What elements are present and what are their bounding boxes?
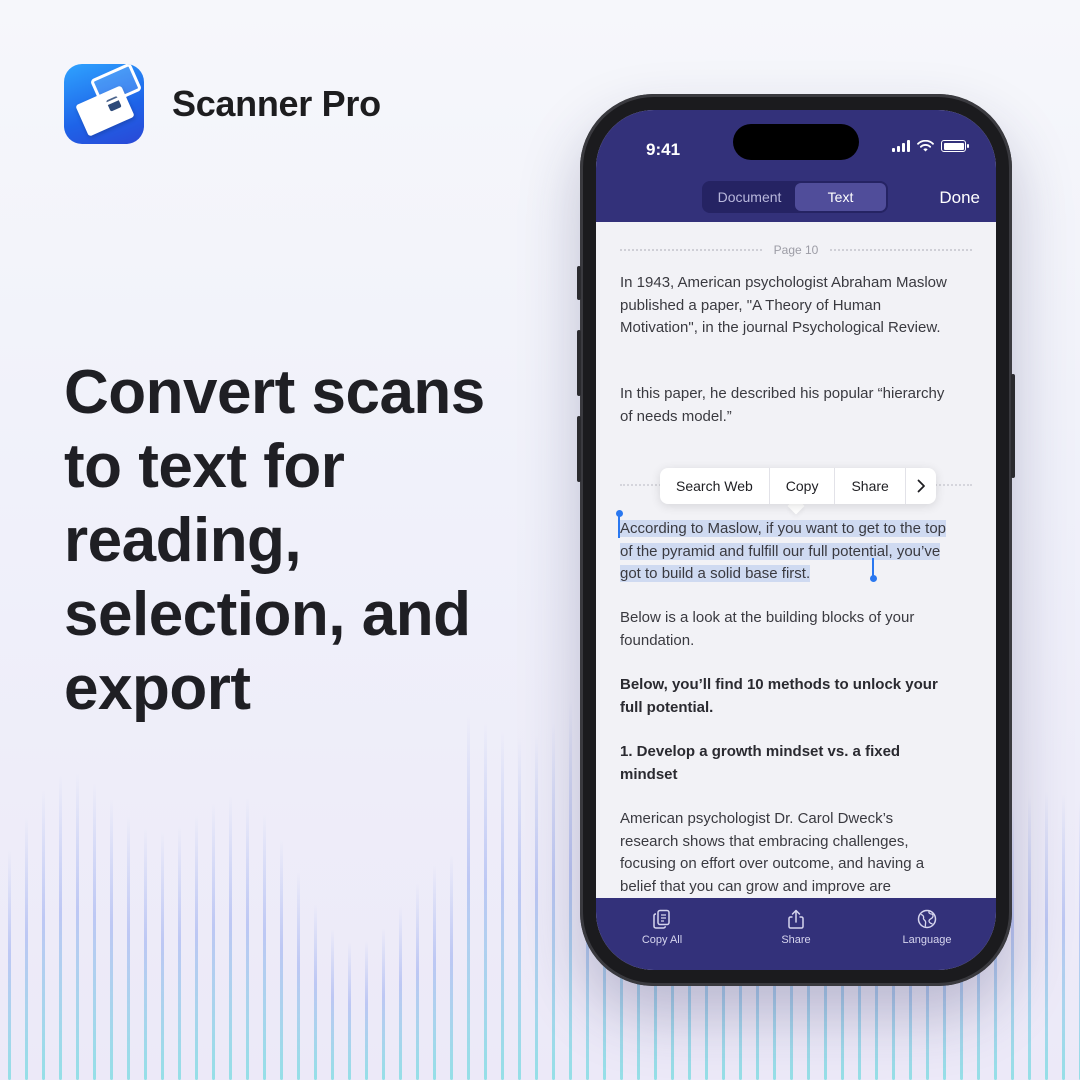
- page-label: Page 10: [773, 243, 819, 257]
- paragraph[interactable]: Below is a look at the building blocks o…: [620, 607, 960, 652]
- share-label: Share: [781, 934, 811, 946]
- selected-paragraph[interactable]: According to Maslow, if you want to get …: [620, 518, 947, 586]
- text-selection[interactable]: According to Maslow, if you want to get …: [620, 520, 947, 582]
- brand-name: Scanner Pro: [172, 83, 381, 124]
- segment-document[interactable]: Document: [704, 183, 795, 211]
- phone-screen: 9:41 Document Text Done Page 10 In 1943,…: [596, 110, 996, 970]
- wifi-icon: [917, 140, 934, 152]
- navigation-bar: 9:41 Document Text Done: [596, 110, 996, 222]
- segment-text[interactable]: Text: [795, 183, 886, 211]
- text-content: Page 10 In 1943, American psychologist A…: [596, 222, 996, 898]
- paragraph[interactable]: American psychologist Dr. Carol Dweck’s …: [620, 808, 950, 898]
- scanner-app-icon: [64, 64, 144, 144]
- copy-all-icon: [653, 909, 670, 929]
- search-web-menu-item[interactable]: Search Web: [660, 468, 770, 504]
- selection-end-handle[interactable]: [869, 558, 877, 582]
- share-icon: [788, 909, 804, 929]
- brand: Scanner Pro: [64, 64, 381, 144]
- language-label: Language: [902, 934, 952, 946]
- status-time: 9:41: [646, 140, 681, 159]
- battery-icon: [941, 140, 969, 152]
- dynamic-island: [733, 124, 859, 160]
- headline: Convert scans to text for reading, selec…: [64, 358, 485, 723]
- copy-all-label: Copy All: [641, 934, 683, 946]
- section-heading[interactable]: 1. Develop a growth mindset vs. a fixed …: [620, 741, 960, 786]
- chevron-right-icon: [917, 479, 925, 493]
- share-menu-item[interactable]: Share: [835, 468, 906, 504]
- view-mode-segmented-control: Document Text: [702, 181, 888, 213]
- share-button[interactable]: Share: [746, 908, 846, 946]
- copy-all-button[interactable]: Copy All: [612, 908, 712, 946]
- globe-icon: [917, 909, 937, 929]
- more-menu-item[interactable]: [906, 468, 936, 504]
- page-separator: Page 10: [620, 240, 972, 260]
- signal-icon: [892, 140, 910, 152]
- selection-start-handle[interactable]: [615, 510, 623, 538]
- context-menu: Search Web Copy Share: [660, 468, 936, 504]
- paragraph[interactable]: In this paper, he described his popular …: [620, 383, 960, 428]
- phone-mockup: 9:41 Document Text Done Page 10 In 1943,…: [577, 94, 1015, 986]
- copy-menu-item[interactable]: Copy: [770, 468, 836, 504]
- paragraph[interactable]: In 1943, American psychologist Abraham M…: [620, 272, 960, 340]
- bottom-toolbar: Copy All Share Language: [596, 898, 996, 970]
- language-button[interactable]: Language: [877, 908, 977, 946]
- status-icons: [892, 140, 969, 152]
- paragraph-bold[interactable]: Below, you’ll find 10 methods to unlock …: [620, 674, 956, 719]
- done-button[interactable]: Done: [939, 188, 980, 208]
